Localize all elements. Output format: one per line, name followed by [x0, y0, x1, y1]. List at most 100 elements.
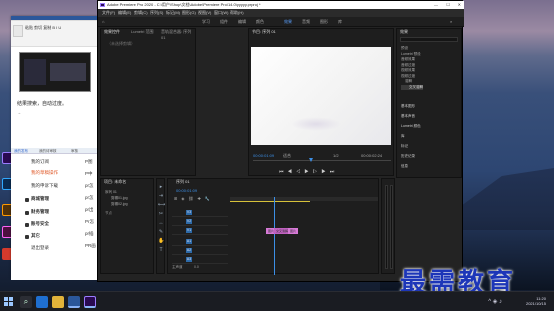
home-icon[interactable]: ⌂ — [102, 17, 104, 27]
ws-editing[interactable]: 编辑 — [238, 17, 246, 27]
menu-drafts[interactable]: 我的草稿操作 — [31, 170, 58, 176]
shop-icon — [25, 198, 29, 202]
resolution-dropdown[interactable]: 1/2 — [333, 153, 339, 158]
project-panel: 项目: 未命名 序列 01 剪辑01.jpg 剪辑02.jpg 节点 — [100, 178, 154, 274]
ripple-edit-icon[interactable]: ⟷ — [158, 202, 165, 208]
track-a2[interactable]: A2 — [172, 247, 228, 255]
pen-tool-icon[interactable]: ✎ — [158, 229, 164, 235]
start-icon[interactable] — [4, 297, 14, 307]
taskbar-word-icon[interactable] — [68, 296, 80, 308]
menu-window[interactable]: 窗口(W) — [214, 9, 228, 17]
premiere-titlebar: Adobe Premiere Pro 2020 - C:\用户\Shop\文档\… — [98, 1, 464, 9]
menu-shop[interactable]: 商城管理 — [31, 196, 49, 202]
menu-sequence[interactable]: 序列(S) — [150, 9, 163, 17]
timeline-timecode[interactable]: 00:00:01:09 — [176, 188, 197, 193]
timeline-clip-1[interactable]: 图片 — [266, 228, 274, 234]
ws-learn[interactable]: 学习 — [202, 17, 210, 27]
timeline-playhead[interactable] — [274, 197, 275, 275]
meter-right — [390, 185, 393, 269]
word-ribbon-tools[interactable]: 粘贴 剪切 复制 B I U — [25, 25, 61, 31]
taskbar-edge-icon[interactable] — [36, 296, 48, 308]
program-tab[interactable]: 节目: 序列 01 — [252, 29, 276, 35]
menu-file[interactable]: 文件(F) — [102, 9, 115, 17]
timeline-transition[interactable]: 交叉溶解 — [274, 228, 288, 234]
transport-controls[interactable]: ⏮◀◁▶▷▶⏭ — [279, 169, 338, 175]
tray-icons[interactable]: ^ ◈ ♪ — [488, 298, 502, 305]
menu-help[interactable]: 帮助(H) — [230, 9, 244, 17]
project-item[interactable]: 剪辑02.jpg — [105, 201, 128, 207]
maximize-icon[interactable]: ☐ — [446, 1, 450, 9]
system-clock[interactable]: 11:20 2021/10/15 — [506, 296, 546, 306]
fit-dropdown[interactable]: 适合 — [283, 153, 291, 159]
tab-effects[interactable]: 效果 — [400, 29, 408, 35]
track-target[interactable]: V2 — [186, 219, 192, 224]
hand-tool-icon[interactable]: ✋ — [158, 238, 164, 244]
timeline-clip-2[interactable]: 图片 — [288, 228, 298, 234]
type-tool-icon[interactable]: T — [158, 247, 164, 253]
work-area-bar[interactable] — [230, 201, 310, 202]
program-timecode[interactable]: 00:00:01:09 — [253, 153, 274, 158]
track-target[interactable]: V1 — [186, 228, 192, 233]
menu-other[interactable]: 其它 — [31, 233, 40, 239]
menu-view[interactable]: 视图(V) — [198, 9, 211, 17]
panel-info[interactable]: 信息 — [401, 161, 421, 171]
track-target[interactable]: A1 — [186, 239, 192, 244]
tab-1[interactable]: 我的发布 — [14, 149, 28, 154]
menu-finance[interactable]: 财务管理 — [31, 209, 49, 215]
menu-subscribe[interactable]: 我的订阅 — [31, 159, 49, 165]
timeline-options[interactable]: ⊞◈⛓✚🔧 — [174, 196, 214, 201]
track-a3[interactable]: A3 — [172, 256, 228, 264]
tab-2[interactable]: 我的待审核 — [39, 149, 57, 154]
ws-libraries[interactable]: 库 — [338, 17, 342, 27]
timeline-tab[interactable]: 序列 01 — [176, 179, 190, 185]
panel-essential-graphics[interactable]: 基本图形 — [401, 101, 421, 111]
tab-audio-mixer[interactable]: 音轨混合器: 序列 01 — [161, 29, 195, 41]
clock-date: 2021/10/15 — [525, 301, 546, 306]
menu-clip[interactable]: 剪辑(C) — [134, 9, 148, 17]
track-target[interactable]: V3 — [186, 210, 192, 215]
selection-tool-icon[interactable]: ▸ — [158, 184, 164, 190]
ws-graphics[interactable]: 图形 — [320, 17, 328, 27]
search-icon[interactable]: ⌕ — [450, 17, 452, 27]
menu-marker[interactable]: 标记(M) — [166, 9, 180, 17]
track-select-icon[interactable]: ⇥ — [158, 193, 164, 199]
taskbar-explorer-icon[interactable] — [52, 296, 64, 308]
ws-effects[interactable]: 效果 — [284, 17, 292, 27]
effects-search[interactable] — [400, 37, 458, 42]
panel-libraries[interactable]: 库 — [401, 131, 421, 141]
panel-essential-sound[interactable]: 基本声音 — [401, 111, 421, 121]
panel-history[interactable]: 历史记录 — [401, 151, 421, 161]
slip-tool-icon[interactable]: ↔ — [158, 220, 164, 226]
paste-icon[interactable] — [13, 25, 23, 37]
taskbar-search-icon[interactable]: ⌕ — [20, 296, 32, 308]
ws-color[interactable]: 颜色 — [256, 17, 264, 27]
browser-window: 我的发布 我的待审核 审核 我的订阅 我的草稿操作 我的申诉下载 商城管理 财务… — [11, 148, 99, 280]
menu-logout[interactable]: 退出登录 — [31, 245, 49, 251]
effects-item-selected[interactable]: 交叉溶解 — [401, 84, 423, 90]
track-v2[interactable]: V2 — [172, 218, 228, 226]
track-target[interactable]: A2 — [186, 248, 192, 253]
razor-tool-icon[interactable]: ✂ — [158, 211, 164, 217]
ws-assembly[interactable]: 组件 — [220, 17, 228, 27]
track-v3[interactable]: V3 — [172, 209, 228, 217]
menu-appeals[interactable]: 我的申诉下载 — [31, 183, 58, 189]
panel-lumetri-color[interactable]: Lumetri 颜色 — [401, 121, 421, 131]
tab-lumetri-scopes[interactable]: Lumetri 范围 — [131, 29, 153, 35]
ws-audio[interactable]: 音频 — [302, 17, 310, 27]
track-a1[interactable]: A1 — [172, 238, 228, 246]
program-scrubber[interactable] — [253, 160, 391, 161]
menu-security[interactable]: 账号安全 — [31, 221, 49, 227]
tab-project[interactable]: 项目: 未命名 — [104, 179, 126, 185]
menu-edit[interactable]: 编辑(E) — [118, 9, 131, 17]
close-icon[interactable]: ✕ — [458, 1, 461, 9]
tab-3[interactable]: 审核 — [71, 149, 78, 154]
track-v1[interactable]: V1 — [172, 227, 228, 235]
taskbar-premiere-icon[interactable] — [84, 296, 96, 308]
track-target[interactable]: A3 — [186, 257, 192, 262]
menu-graphics[interactable]: 图形(G) — [182, 9, 196, 17]
master-value[interactable]: 0.0 — [194, 265, 199, 269]
project-bin: 序列 01 剪辑01.jpg 剪辑02.jpg — [105, 189, 128, 207]
panel-markers[interactable]: 标记 — [401, 141, 421, 151]
tab-effect-controls[interactable]: 效果控件 — [104, 29, 120, 35]
minimize-icon[interactable]: — — [434, 1, 438, 9]
